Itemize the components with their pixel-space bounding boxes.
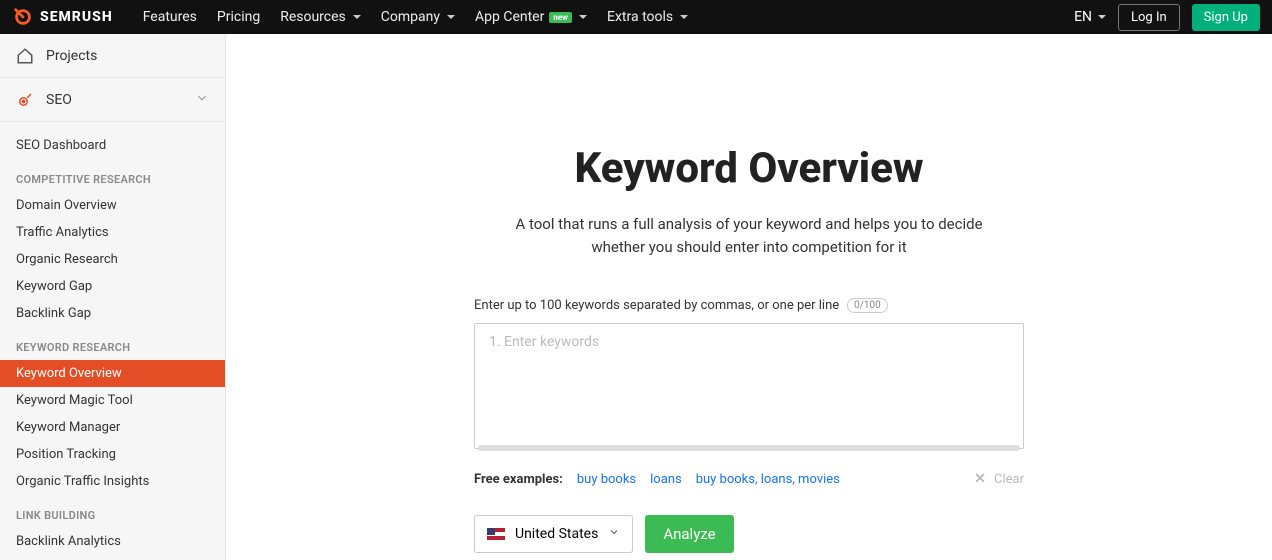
keyword-counter: 0/100 bbox=[847, 298, 888, 313]
top-navbar: SEMRUSH Features Pricing Resources Compa… bbox=[0, 0, 1272, 34]
keyword-form: Enter up to 100 keywords separated by co… bbox=[474, 298, 1024, 553]
sidebar-keyword-overview[interactable]: Keyword Overview bbox=[0, 360, 225, 387]
header-right: EN Log In Sign Up bbox=[1074, 4, 1260, 31]
sidebar-projects[interactable]: Projects bbox=[0, 34, 225, 78]
sidebar-group-link: LINK BUILDING bbox=[0, 495, 225, 528]
sidebar-backlink-analytics[interactable]: Backlink Analytics bbox=[0, 528, 225, 555]
example-link-3[interactable]: buy books, loans, movies bbox=[696, 472, 840, 487]
sidebar-keyword-magic[interactable]: Keyword Magic Tool bbox=[0, 387, 225, 414]
semrush-icon bbox=[12, 6, 34, 28]
nav-pricing-label: Pricing bbox=[217, 9, 260, 25]
sidebar-keyword-manager[interactable]: Keyword Manager bbox=[0, 414, 225, 441]
sidebar-seo[interactable]: SEO bbox=[0, 78, 225, 122]
us-flag-icon bbox=[487, 528, 505, 540]
sidebar-backlink-gap[interactable]: Backlink Gap bbox=[0, 300, 225, 327]
language-selector[interactable]: EN bbox=[1074, 9, 1106, 25]
nav-resources[interactable]: Resources bbox=[280, 9, 361, 25]
main-content: Keyword Overview A tool that runs a full… bbox=[226, 34, 1272, 560]
clear-button[interactable]: ✕ Clear bbox=[974, 471, 1024, 487]
nav-company[interactable]: Company bbox=[381, 9, 455, 25]
sidebar-seo-label: SEO bbox=[46, 92, 72, 108]
language-label: EN bbox=[1074, 9, 1092, 25]
example-link-2[interactable]: loans bbox=[650, 472, 682, 487]
target-icon bbox=[16, 91, 34, 109]
nav-appcenter-label: App Center bbox=[475, 9, 544, 25]
chevron-down-icon bbox=[608, 526, 620, 542]
examples-label: Free examples: bbox=[474, 472, 563, 487]
country-selector[interactable]: United States bbox=[474, 515, 633, 553]
nav-resources-label: Resources bbox=[280, 9, 346, 25]
sidebar-keyword-gap[interactable]: Keyword Gap bbox=[0, 273, 225, 300]
nav-extratools-label: Extra tools bbox=[607, 9, 673, 25]
sidebar-seo-dashboard[interactable]: SEO Dashboard bbox=[0, 122, 225, 159]
chevron-down-icon bbox=[195, 91, 209, 109]
sidebar-projects-label: Projects bbox=[46, 48, 97, 64]
nav-features-label: Features bbox=[143, 9, 197, 25]
primary-nav: Features Pricing Resources Company App C… bbox=[143, 9, 688, 25]
textarea-scrollbar[interactable] bbox=[478, 445, 1020, 451]
sidebar-group-competitive: COMPETITIVE RESEARCH bbox=[0, 159, 225, 192]
sidebar-position-tracking[interactable]: Position Tracking bbox=[0, 441, 225, 468]
country-label: United States bbox=[515, 526, 598, 542]
hero: Keyword Overview A tool that runs a full… bbox=[266, 144, 1232, 258]
sidebar-backlink-audit[interactable]: Backlink Audit bbox=[0, 555, 225, 560]
nav-extratools[interactable]: Extra tools bbox=[607, 9, 688, 25]
sidebar-traffic-analytics[interactable]: Traffic Analytics bbox=[0, 219, 225, 246]
brand-text: SEMRUSH bbox=[40, 9, 113, 25]
keyword-input[interactable] bbox=[474, 323, 1024, 449]
sidebar-organic-research[interactable]: Organic Research bbox=[0, 246, 225, 273]
signup-button[interactable]: Sign Up bbox=[1192, 4, 1260, 31]
action-row: United States Analyze bbox=[474, 515, 1024, 553]
nav-appcenter[interactable]: App Center new bbox=[475, 9, 587, 25]
nav-company-label: Company bbox=[381, 9, 440, 25]
examples-row: Free examples: buy books loans buy books… bbox=[474, 471, 1024, 487]
page-subtitle: A tool that runs a full analysis of your… bbox=[489, 213, 1009, 258]
sidebar-organic-insights[interactable]: Organic Traffic Insights bbox=[0, 468, 225, 495]
close-icon: ✕ bbox=[974, 471, 986, 487]
home-icon bbox=[16, 47, 34, 65]
analyze-button[interactable]: Analyze bbox=[645, 515, 733, 553]
keyword-input-label-row: Enter up to 100 keywords separated by co… bbox=[474, 298, 1024, 313]
nav-pricing[interactable]: Pricing bbox=[217, 9, 260, 25]
example-link-1[interactable]: buy books bbox=[577, 472, 636, 487]
brand-logo[interactable]: SEMRUSH bbox=[12, 6, 113, 28]
nav-features[interactable]: Features bbox=[143, 9, 197, 25]
new-badge: new bbox=[549, 12, 572, 23]
keyword-input-label: Enter up to 100 keywords separated by co… bbox=[474, 298, 839, 313]
sidebar: Projects SEO SEO Dashboard COMPETITIVE R… bbox=[0, 34, 226, 560]
sidebar-domain-overview[interactable]: Domain Overview bbox=[0, 192, 225, 219]
clear-label: Clear bbox=[994, 472, 1024, 487]
layout: Projects SEO SEO Dashboard COMPETITIVE R… bbox=[0, 34, 1272, 560]
page-title: Keyword Overview bbox=[266, 144, 1232, 193]
login-button[interactable]: Log In bbox=[1118, 4, 1180, 31]
sidebar-group-keyword: KEYWORD RESEARCH bbox=[0, 327, 225, 360]
